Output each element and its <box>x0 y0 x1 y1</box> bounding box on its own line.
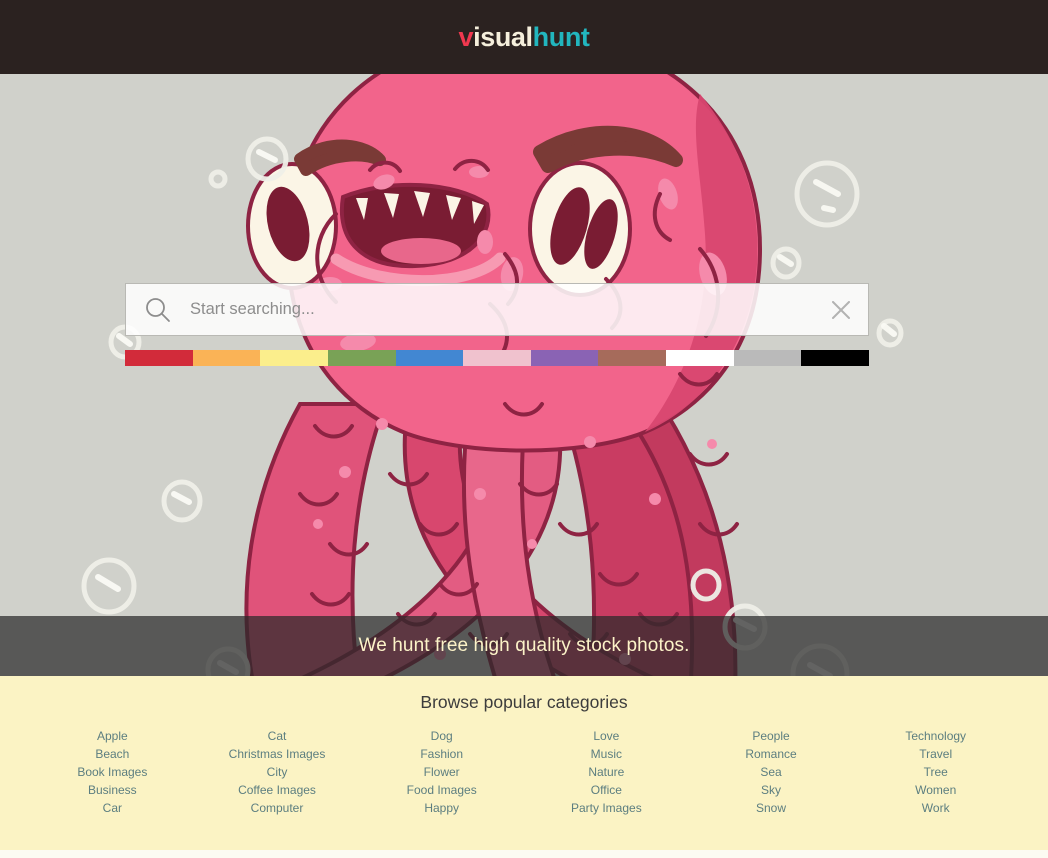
category-link[interactable]: Tree <box>924 763 948 781</box>
color-swatch-red[interactable] <box>125 350 193 366</box>
category-link[interactable]: Apple <box>97 727 128 745</box>
color-swatch-brown[interactable] <box>598 350 667 366</box>
tagline-bar: We hunt free high quality stock photos. <box>0 616 1048 676</box>
category-link[interactable]: Women <box>915 781 956 799</box>
category-column-1: Apple Beach Book Images Business Car <box>30 727 195 817</box>
category-column-3: Dog Fashion Flower Food Images Happy <box>359 727 524 817</box>
color-swatch-blue[interactable] <box>395 350 464 366</box>
hero-section <box>0 74 1048 676</box>
category-link[interactable]: Love <box>593 727 619 745</box>
category-link[interactable]: Party Images <box>571 799 642 817</box>
logo-part-isual: isual <box>473 21 533 52</box>
category-column-6: Technology Travel Tree Women Work <box>853 727 1018 817</box>
tagline-text: We hunt free high quality stock photos. <box>358 635 690 656</box>
color-swatch-yellow[interactable] <box>260 350 328 366</box>
category-link[interactable]: City <box>267 763 288 781</box>
category-link[interactable]: Dog <box>431 727 453 745</box>
categories-section: Browse popular categories Apple Beach Bo… <box>0 676 1048 850</box>
category-link[interactable]: Sky <box>761 781 781 799</box>
category-link[interactable]: Computer <box>251 799 304 817</box>
color-swatch-white[interactable] <box>666 350 734 366</box>
logo-part-hunt: hunt <box>532 21 590 52</box>
category-link[interactable]: Fashion <box>420 745 463 763</box>
category-link[interactable]: People <box>752 727 789 745</box>
search-area <box>125 283 869 336</box>
categories-columns: Apple Beach Book Images Business Car Cat… <box>0 727 1048 817</box>
category-link[interactable]: Romance <box>745 745 796 763</box>
color-filter-bar <box>125 350 870 366</box>
categories-heading: Browse popular categories <box>420 692 628 712</box>
category-link[interactable]: Snow <box>756 799 786 817</box>
color-swatch-purple[interactable] <box>530 350 599 366</box>
category-column-5: People Romance Sea Sky Snow <box>689 727 854 817</box>
category-link[interactable]: Sea <box>760 763 781 781</box>
footer-strip <box>0 850 1048 858</box>
logo-part-v: v <box>458 21 474 52</box>
color-swatch-gray[interactable] <box>733 350 802 366</box>
color-swatch-green[interactable] <box>327 350 396 366</box>
close-x-icon[interactable] <box>830 299 852 321</box>
category-link[interactable]: Work <box>922 799 950 817</box>
category-link[interactable]: Coffee Images <box>238 781 316 799</box>
octopus-illustration <box>0 74 1048 676</box>
category-link[interactable]: Cat <box>268 727 287 745</box>
site-logo[interactable]: visualhunt <box>458 21 590 52</box>
category-link[interactable]: Book Images <box>77 763 147 781</box>
site-header: visualhunt <box>0 0 1048 74</box>
color-swatch-orange[interactable] <box>192 350 261 366</box>
search-box[interactable] <box>125 283 869 336</box>
category-column-4: Love Music Nature Office Party Images <box>524 727 689 817</box>
color-swatch-pink[interactable] <box>463 350 531 366</box>
search-icon <box>146 297 170 322</box>
category-link[interactable]: Travel <box>919 745 952 763</box>
color-swatch-black[interactable] <box>801 350 870 366</box>
search-input[interactable] <box>190 284 830 335</box>
category-link[interactable]: Beach <box>95 745 129 763</box>
category-link[interactable]: Flower <box>424 763 460 781</box>
category-link[interactable]: Happy <box>424 799 459 817</box>
category-link[interactable]: Christmas Images <box>229 745 326 763</box>
category-column-2: Cat Christmas Images City Coffee Images … <box>195 727 360 817</box>
category-link[interactable]: Car <box>103 799 122 817</box>
category-link[interactable]: Food Images <box>407 781 477 799</box>
category-link[interactable]: Business <box>88 781 137 799</box>
category-link[interactable]: Nature <box>588 763 624 781</box>
category-link[interactable]: Office <box>591 781 622 799</box>
category-link[interactable]: Technology <box>905 727 966 745</box>
category-link[interactable]: Music <box>591 745 622 763</box>
